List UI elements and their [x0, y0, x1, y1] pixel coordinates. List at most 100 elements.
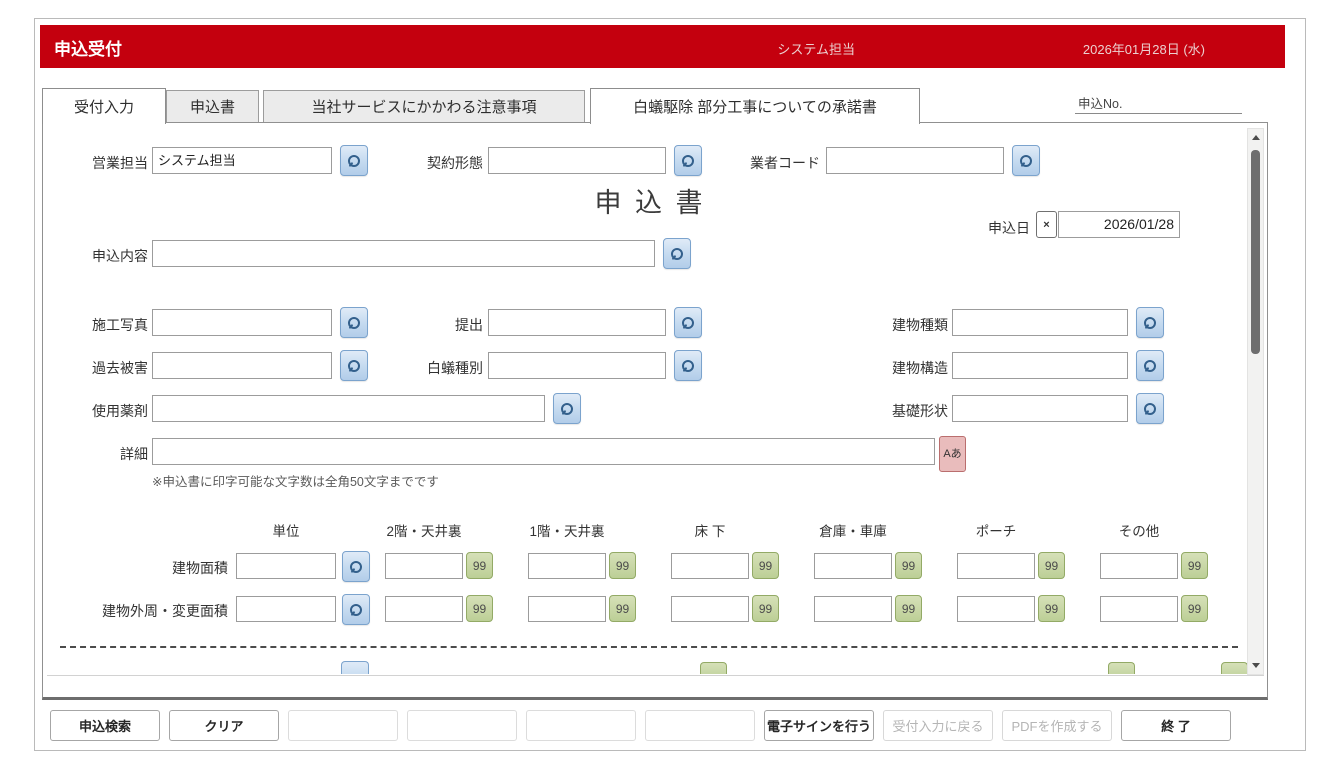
- area-col-header-unit: 単位: [236, 520, 336, 540]
- unit-input[interactable]: [236, 596, 336, 622]
- submission-input[interactable]: [488, 309, 666, 336]
- building-type-input[interactable]: [952, 309, 1128, 336]
- building-structure-search-button[interactable]: [1136, 350, 1164, 381]
- area-input[interactable]: [671, 553, 749, 579]
- area-count-button[interactable]: 99: [895, 552, 922, 579]
- foundation-shape-search-button[interactable]: [1136, 393, 1164, 424]
- magnifier-icon: [683, 360, 694, 372]
- scroll-area-bottom-edge: [47, 675, 1264, 676]
- detail-input[interactable]: [152, 438, 935, 465]
- tab-order-form[interactable]: 申込書: [166, 90, 259, 122]
- section-divider: [60, 646, 1238, 648]
- area-count-button[interactable]: 99: [1181, 595, 1208, 622]
- tab-label: 申込書: [190, 96, 235, 117]
- font-mode-button[interactable]: Aあ: [939, 436, 966, 472]
- area-count-button[interactable]: 99: [1038, 552, 1065, 579]
- clipped-count-button[interactable]: [700, 662, 727, 674]
- area-count-button[interactable]: 99: [1181, 552, 1208, 579]
- scroll-thumb[interactable]: [1251, 150, 1260, 354]
- tab-reception-input[interactable]: 受付入力: [42, 88, 166, 124]
- area-count-button[interactable]: 99: [895, 595, 922, 622]
- contract-type-search-button[interactable]: [674, 145, 702, 176]
- tab-label: 当社サービスにかかわる注意事項: [311, 96, 536, 117]
- scroll-down-arrow-icon[interactable]: [1252, 663, 1260, 668]
- header-user: システム担当: [777, 39, 855, 58]
- area-input[interactable]: [528, 596, 606, 622]
- unit-search-button[interactable]: [342, 594, 370, 625]
- past-damage-search-button[interactable]: [340, 350, 368, 381]
- chemical-input[interactable]: [152, 395, 545, 422]
- vendor-code-input[interactable]: [826, 147, 1004, 174]
- clipped-count-button[interactable]: [1108, 662, 1135, 674]
- sales-rep-search-button[interactable]: [340, 145, 368, 176]
- area-input[interactable]: [385, 553, 463, 579]
- area-input[interactable]: [957, 553, 1035, 579]
- app-content-search-button[interactable]: [663, 238, 691, 269]
- termite-type-input[interactable]: [488, 352, 666, 379]
- building-structure-input[interactable]: [952, 352, 1128, 379]
- app-date-input[interactable]: 2026/01/28: [1058, 211, 1180, 238]
- window-title: 申込受付: [54, 35, 122, 60]
- building-area-label: 建物面積: [80, 558, 228, 578]
- foundation-shape-input[interactable]: [952, 395, 1128, 422]
- submission-search-button[interactable]: [674, 307, 702, 338]
- area-input[interactable]: [1100, 553, 1178, 579]
- building-type-label: 建物種類: [842, 315, 948, 335]
- tab-label: 白蟻駆除 部分工事についての承諾書: [633, 96, 877, 117]
- clear-button[interactable]: クリア: [169, 710, 279, 741]
- area-count-button[interactable]: 99: [609, 595, 636, 622]
- area-count-button[interactable]: 99: [466, 595, 493, 622]
- area-input[interactable]: [957, 596, 1035, 622]
- area-count-button[interactable]: 99: [466, 552, 493, 579]
- app-no-input[interactable]: [1075, 113, 1242, 114]
- area-input[interactable]: [1100, 596, 1178, 622]
- contract-type-label: 契約形態: [377, 153, 483, 173]
- tab-termite-consent[interactable]: 白蟻駆除 部分工事についての承諾書: [590, 88, 920, 124]
- contract-type-input[interactable]: [488, 147, 666, 174]
- construction-photo-search-button[interactable]: [340, 307, 368, 338]
- submission-label: 提出: [377, 315, 483, 335]
- sales-rep-input[interactable]: システム担当: [152, 147, 332, 174]
- app-content-input[interactable]: [152, 240, 655, 267]
- vendor-code-search-button[interactable]: [1012, 145, 1040, 176]
- clipped-count-button[interactable]: [1221, 662, 1248, 674]
- area-col-header-porch: ポーチ: [942, 520, 1050, 540]
- building-perimeter-label: 建物外周・変更面積: [80, 601, 228, 621]
- tab-service-notes[interactable]: 当社サービスにかかわる注意事項: [263, 90, 585, 122]
- area-input[interactable]: [671, 596, 749, 622]
- detail-label: 詳細: [40, 444, 148, 464]
- blank-button-1: [288, 710, 398, 741]
- app-search-button[interactable]: 申込検索: [50, 710, 160, 741]
- chemical-search-button[interactable]: [553, 393, 581, 424]
- e-sign-button[interactable]: 電子サインを行う: [764, 710, 874, 741]
- termite-type-search-button[interactable]: [674, 350, 702, 381]
- area-count-button[interactable]: 99: [752, 595, 779, 622]
- scroll-up-arrow-icon[interactable]: [1252, 135, 1260, 140]
- exit-button[interactable]: 終 了: [1121, 710, 1231, 741]
- unit-search-button[interactable]: [342, 551, 370, 582]
- magnifier-icon: [683, 155, 694, 167]
- area-count-button[interactable]: 99: [609, 552, 636, 579]
- area-input[interactable]: [814, 596, 892, 622]
- blank-button-2: [407, 710, 517, 741]
- area-input[interactable]: [528, 553, 606, 579]
- app-date-clear-button[interactable]: ×: [1036, 211, 1057, 238]
- clipped-search-button[interactable]: [341, 661, 369, 674]
- area-count-button[interactable]: 99: [1038, 595, 1065, 622]
- blank-button-3: [526, 710, 636, 741]
- sales-rep-label: 営業担当: [40, 153, 148, 173]
- magnifier-icon: [1145, 317, 1156, 329]
- area-count-button[interactable]: 99: [752, 552, 779, 579]
- building-type-search-button[interactable]: [1136, 307, 1164, 338]
- area-input[interactable]: [814, 553, 892, 579]
- past-damage-input[interactable]: [152, 352, 332, 379]
- print-limit-note: ※申込書に印字可能な文字数は全角50文字までです: [152, 471, 439, 490]
- header-date: 2026年01月28日 (水): [1083, 39, 1205, 58]
- area-col-header-1f-attic: 1階・天井裏: [513, 520, 621, 540]
- construction-photo-input[interactable]: [152, 309, 332, 336]
- create-pdf-button: PDFを作成する: [1002, 710, 1112, 741]
- scrollbar[interactable]: [1247, 128, 1264, 675]
- unit-input[interactable]: [236, 553, 336, 579]
- termite-type-label: 白蟻種別: [377, 358, 483, 378]
- area-input[interactable]: [385, 596, 463, 622]
